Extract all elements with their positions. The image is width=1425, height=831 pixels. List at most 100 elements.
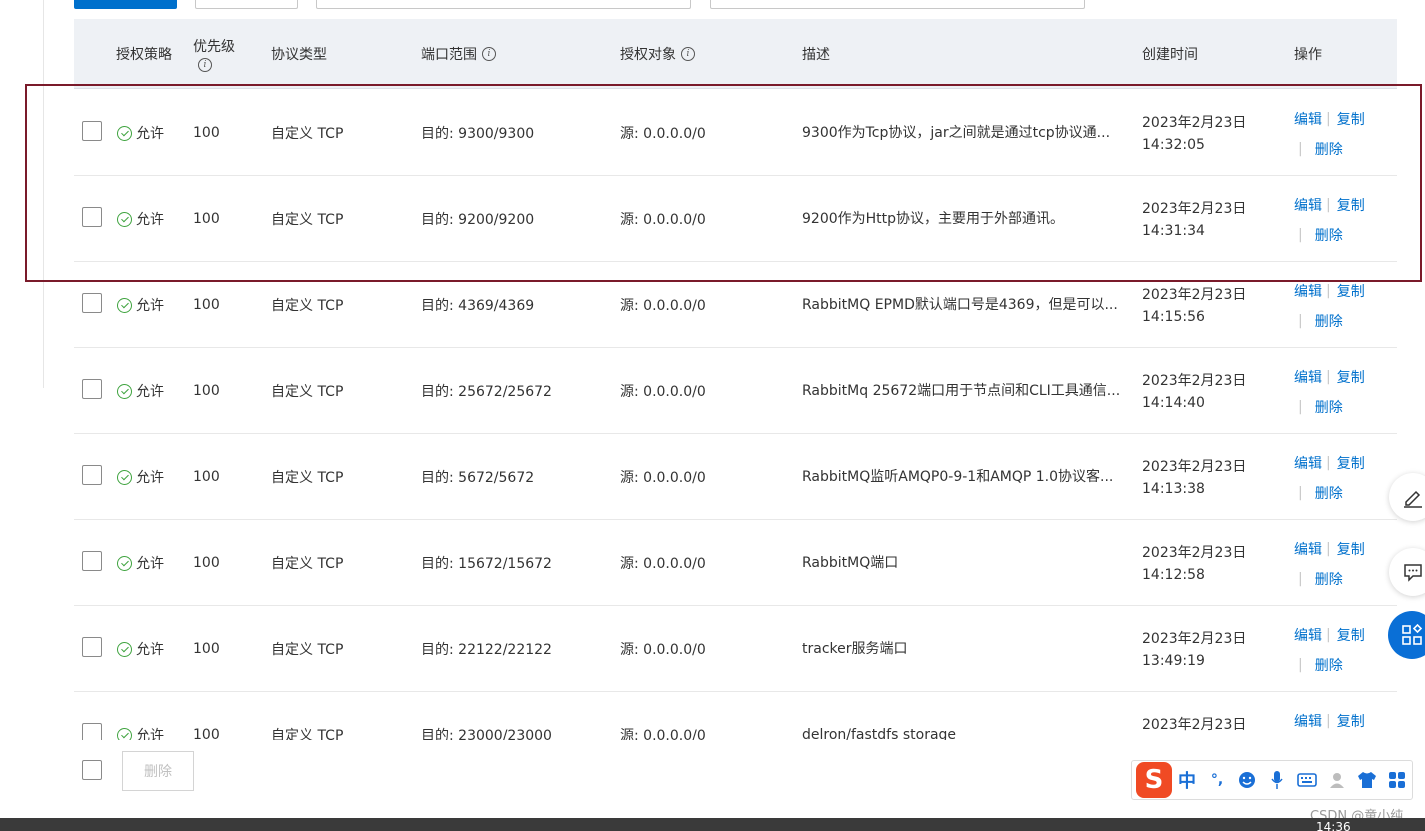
created-date: 2023年2月23日	[1142, 115, 1247, 131]
row-checkbox[interactable]	[82, 465, 102, 485]
microphone-icon[interactable]	[1262, 765, 1292, 795]
table-header: 授权策略 优先级 i 协议类型 端口范围 i 授权对象 i 描述 创建时间 操作	[74, 19, 1397, 89]
toolbox-grid-icon[interactable]	[1382, 765, 1412, 795]
search-input-secondary[interactable]	[710, 0, 1085, 9]
row-checkbox[interactable]	[82, 207, 102, 227]
delete-link[interactable]: 删除	[1315, 483, 1343, 503]
policy-label: 允许	[136, 298, 164, 314]
batch-delete-button[interactable]: 删除	[122, 751, 194, 791]
protocol-cell: 自定义 TCP	[271, 728, 344, 740]
edit-link[interactable]: 编辑	[1294, 539, 1322, 559]
source-cell: 源: 0.0.0.0/0	[620, 298, 706, 314]
description-cell: delron/fastdfs storage	[802, 727, 957, 740]
emoji-icon[interactable]	[1232, 765, 1262, 795]
delete-link[interactable]: 删除	[1315, 311, 1343, 331]
protocol-cell: 自定义 TCP	[271, 642, 344, 658]
priority-cell: 100	[193, 125, 220, 141]
filter-select[interactable]	[195, 0, 298, 9]
ime-punctuation-toggle[interactable]: °,	[1202, 765, 1232, 795]
row-actions: 编辑 | 复制 | 删除	[1294, 194, 1394, 246]
action-separator: |	[1326, 455, 1331, 471]
delete-link[interactable]: 删除	[1315, 569, 1343, 589]
check-circle-icon	[117, 555, 132, 571]
copy-link[interactable]: 复制	[1337, 625, 1365, 645]
policy-cell: 允许	[117, 468, 164, 486]
copy-link[interactable]: 复制	[1337, 711, 1365, 731]
priority-cell: 100	[193, 727, 220, 740]
keyboard-icon[interactable]	[1292, 765, 1322, 795]
edit-link[interactable]: 编辑	[1294, 453, 1322, 473]
skin-shirt-icon[interactable]	[1352, 765, 1382, 795]
row-actions: 编辑 | 复制 | 删除	[1294, 366, 1394, 418]
created-time-cell: 2023年2月23日 14:12:58	[1142, 542, 1246, 586]
port-range-cell: 目的: 15672/15672	[421, 556, 552, 572]
policy-label: 允许	[136, 126, 164, 142]
created-time-cell: 2023年2月23日 14:15:56	[1142, 284, 1246, 328]
copy-link[interactable]: 复制	[1337, 195, 1365, 215]
row-actions: 编辑 | 复制 | 删除	[1294, 538, 1394, 590]
created-clock: 14:14:40	[1142, 395, 1205, 411]
row-checkbox[interactable]	[82, 293, 102, 313]
action-separator: |	[1298, 227, 1303, 243]
delete-link[interactable]: 删除	[1315, 225, 1343, 245]
search-input[interactable]	[316, 0, 691, 9]
header-description: 描述	[802, 47, 830, 63]
info-icon[interactable]: i	[198, 58, 212, 72]
taskbar	[0, 818, 1425, 831]
taskbar-clock: 14:36	[1316, 820, 1351, 831]
sogou-logo-icon[interactable]: S	[1136, 762, 1172, 798]
row-checkbox[interactable]	[82, 551, 102, 571]
row-actions: 编辑 | 复制 | 删除	[1294, 108, 1394, 160]
chat-icon	[1404, 564, 1422, 582]
row-checkbox[interactable]	[82, 723, 102, 740]
created-date: 2023年2月23日	[1142, 287, 1247, 303]
copy-link[interactable]: 复制	[1337, 281, 1365, 301]
port-range-cell: 目的: 25672/25672	[421, 384, 552, 400]
table-row: 允许 100 自定义 TCP 目的: 23000/23000 源: 0.0.0.0/0 d…	[74, 692, 1397, 740]
created-time-cell: 2023年2月23日	[1142, 714, 1246, 736]
check-circle-icon	[117, 469, 132, 485]
check-circle-icon	[117, 383, 132, 399]
header-port-range: 端口范围 i	[421, 19, 496, 89]
info-icon[interactable]: i	[482, 47, 496, 61]
select-all-checkbox[interactable]	[82, 760, 102, 780]
row-checkbox[interactable]	[82, 637, 102, 657]
priority-cell: 100	[193, 211, 220, 227]
created-date: 2023年2月23日	[1142, 631, 1247, 647]
created-date: 2023年2月23日	[1142, 373, 1247, 389]
row-actions: 编辑 | 复制 | 删除	[1294, 624, 1394, 676]
copy-link[interactable]: 复制	[1337, 109, 1365, 129]
row-checkbox[interactable]	[82, 379, 102, 399]
edit-link[interactable]: 编辑	[1294, 195, 1322, 215]
copy-link[interactable]: 复制	[1337, 367, 1365, 387]
copy-link[interactable]: 复制	[1337, 539, 1365, 559]
created-time-cell: 2023年2月23日 14:32:05	[1142, 112, 1246, 156]
created-clock: 13:49:19	[1142, 653, 1205, 669]
edit-link[interactable]: 编辑	[1294, 367, 1322, 387]
row-checkbox[interactable]	[82, 121, 102, 141]
delete-link[interactable]: 删除	[1315, 655, 1343, 675]
created-clock: 14:15:56	[1142, 309, 1205, 325]
delete-link[interactable]: 删除	[1315, 139, 1343, 159]
create-rule-button[interactable]	[74, 0, 177, 9]
header-created: 创建时间	[1142, 47, 1198, 63]
edit-link[interactable]: 编辑	[1294, 711, 1322, 731]
row-actions: 编辑 | 复制	[1294, 710, 1394, 732]
ime-mode-toggle[interactable]: 中	[1172, 765, 1202, 795]
header-protocol: 协议类型	[271, 47, 327, 63]
row-actions: 编辑 | 复制 | 删除	[1294, 452, 1394, 504]
ime-toolbar: S 中 °,	[1131, 760, 1413, 800]
edit-link[interactable]: 编辑	[1294, 281, 1322, 301]
copy-link[interactable]: 复制	[1337, 453, 1365, 473]
table-row: 允许 100 自定义 TCP 目的: 9300/9300 源: 0.0.0.0/0 930…	[74, 90, 1397, 176]
created-clock: 14:32:05	[1142, 137, 1205, 153]
user-icon[interactable]	[1322, 765, 1352, 795]
description-cell: RabbitMq 25672端口用于节点间和CLI工具通信...	[802, 383, 1121, 399]
edit-link[interactable]: 编辑	[1294, 109, 1322, 129]
edit-link[interactable]: 编辑	[1294, 625, 1322, 645]
delete-link[interactable]: 删除	[1315, 397, 1343, 417]
info-icon[interactable]: i	[681, 47, 695, 61]
policy-cell: 允许	[117, 296, 164, 314]
action-separator: |	[1326, 541, 1331, 557]
check-circle-icon	[117, 727, 132, 740]
